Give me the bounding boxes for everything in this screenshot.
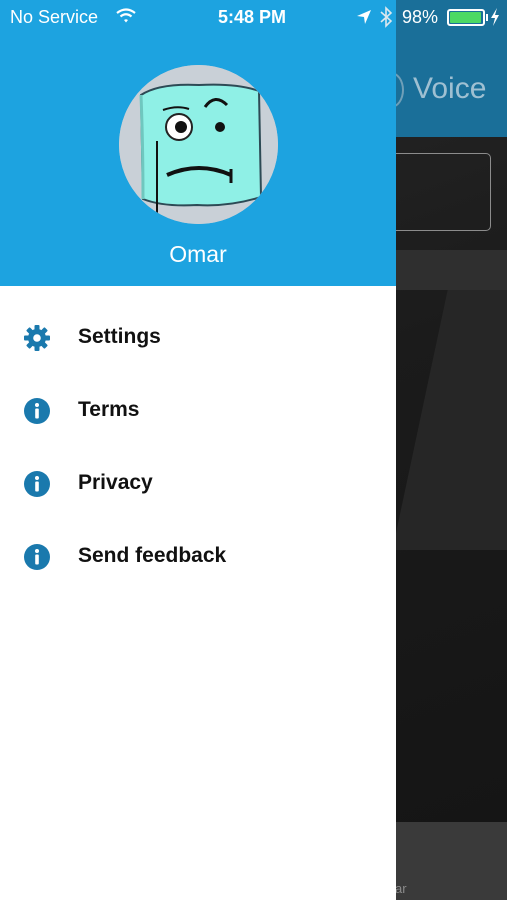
battery-icon	[447, 9, 485, 26]
info-icon	[24, 398, 50, 424]
status-time: 5:48 PM	[218, 7, 287, 27]
screen: Voice ar Omar Settings Terms Privacy Sen…	[0, 0, 507, 900]
menu-label-settings: Settings	[78, 325, 161, 348]
background-bottom-bar	[396, 822, 507, 900]
menu-label-privacy: Privacy	[78, 471, 153, 494]
background-app-title: Voice	[413, 72, 487, 105]
bluetooth-icon	[380, 6, 393, 28]
background-panel	[392, 290, 507, 550]
menu-item-terms[interactable]: Terms	[0, 381, 396, 441]
info-icon	[24, 471, 50, 497]
status-bar: No Service 5:48 PM 98%	[0, 0, 507, 36]
charging-bolt-icon	[491, 8, 499, 26]
avatar[interactable]	[119, 65, 278, 224]
user-name: Omar	[169, 241, 227, 267]
drawer-header: Omar	[0, 0, 396, 286]
avatar-face-icon	[119, 65, 278, 224]
battery-level-fill	[450, 12, 482, 23]
navigation-drawer: Omar Settings Terms Privacy Send feedbac…	[0, 0, 396, 900]
carrier-label: No Service	[10, 7, 99, 27]
battery-percent: 98%	[402, 7, 439, 27]
menu-label-send-feedback: Send feedback	[78, 544, 227, 567]
menu-item-settings[interactable]: Settings	[0, 308, 396, 368]
background-bottom-label: ar	[395, 881, 407, 896]
gear-icon	[24, 325, 50, 351]
menu-item-privacy[interactable]: Privacy	[0, 454, 396, 514]
info-icon	[24, 544, 50, 570]
battery-tip	[486, 14, 488, 21]
menu-label-terms: Terms	[78, 398, 140, 421]
location-arrow-icon	[357, 10, 371, 24]
wifi-icon	[116, 8, 136, 23]
background-strip	[396, 250, 507, 290]
menu-item-send-feedback[interactable]: Send feedback	[0, 527, 396, 587]
